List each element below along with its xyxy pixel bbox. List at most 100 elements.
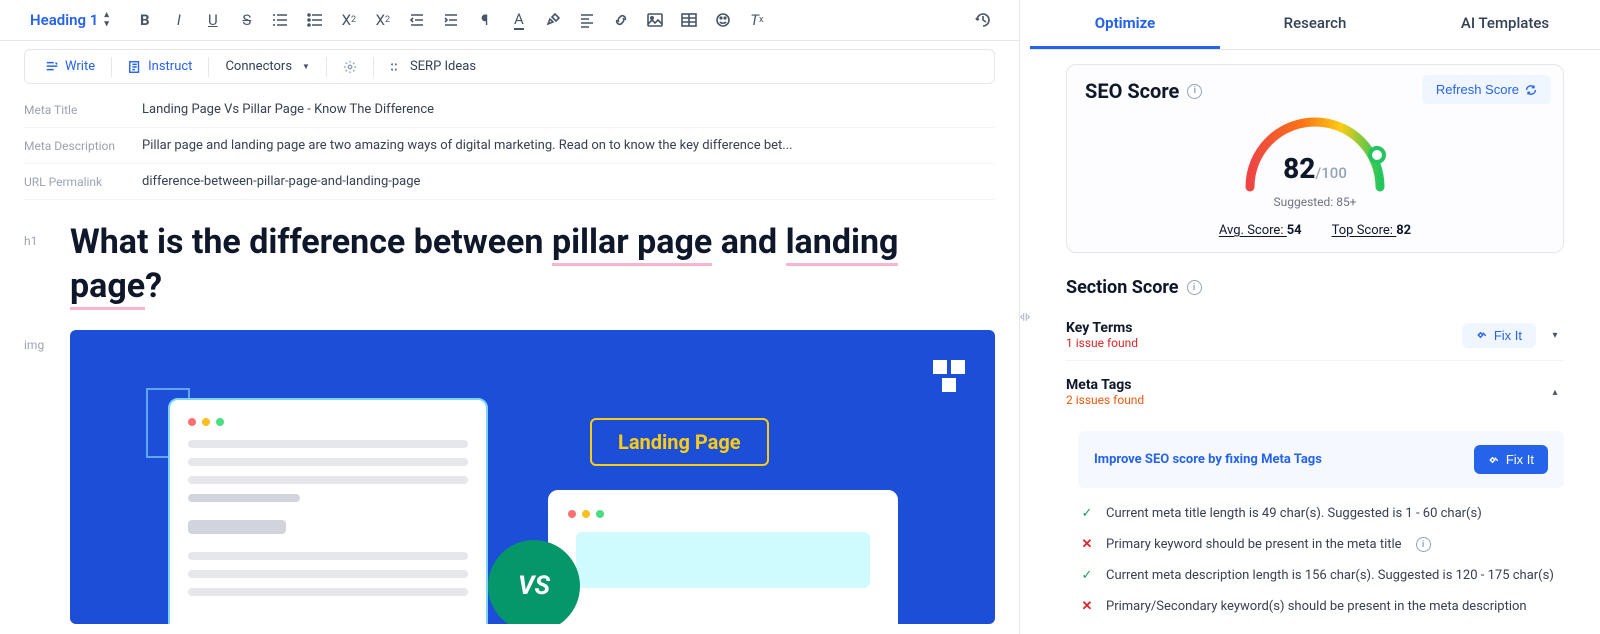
key-terms-title: Key Terms: [1066, 320, 1138, 336]
decor-line: [188, 440, 468, 448]
ai-toolbar: Write Instruct Connectors ▼ SERP Ideas: [24, 49, 995, 84]
check-ok-icon: ✓: [1078, 506, 1096, 521]
tab-templates[interactable]: AI Templates: [1410, 0, 1600, 49]
title-part: What is the difference between: [70, 222, 552, 262]
seo-panel: Optimize Research AI Templates SEO Score…: [1030, 0, 1600, 634]
info-icon[interactable]: i: [1187, 84, 1202, 99]
meta-tags-title: Meta Tags: [1066, 377, 1144, 393]
paragraph-button[interactable]: ¶: [471, 6, 499, 34]
score-stats: Avg. Score: 54 Top Score: 82: [1219, 223, 1411, 238]
improve-text: Improve SEO score by fixing Meta Tags: [1094, 452, 1322, 467]
bold-button[interactable]: B: [131, 6, 159, 34]
editor-panel: Heading 1 ▴▾ B I U S X2 X2 ¶ A: [0, 0, 1020, 634]
refresh-score-button[interactable]: Refresh Score: [1422, 75, 1551, 104]
emoji-button[interactable]: [709, 6, 737, 34]
settings-button[interactable]: [331, 55, 369, 79]
top-score: Top Score: 82: [1332, 223, 1411, 238]
meta-block: Meta Title Landing Page Vs Pillar Page -…: [0, 92, 1019, 200]
info-icon[interactable]: i: [1416, 537, 1431, 552]
decor-line: [188, 494, 300, 502]
clear-format-button[interactable]: Tx: [743, 6, 771, 34]
refresh-label: Refresh Score: [1436, 82, 1519, 97]
gutter: h1 img: [24, 220, 70, 634]
image-button[interactable]: [641, 6, 669, 34]
meta-tags-checklist: ✓ Current meta title length is 49 char(s…: [1078, 498, 1564, 622]
score-num: 82: [1283, 152, 1315, 185]
key-terms-sub: 1 issue found: [1066, 336, 1138, 350]
content-main[interactable]: What is the difference between pillar pa…: [70, 220, 995, 634]
meta-url-row[interactable]: URL Permalink difference-between-pillar-…: [24, 164, 995, 200]
history-button[interactable]: [969, 6, 997, 34]
meta-title-value: Landing Page Vs Pillar Page - Know The D…: [142, 102, 434, 117]
score-max: /100: [1315, 164, 1346, 182]
chevron-down-icon[interactable]: ▾: [1546, 330, 1564, 341]
check-item: ✕ Primary keyword should be present in t…: [1078, 529, 1564, 560]
write-label: Write: [65, 59, 95, 74]
unordered-list-button[interactable]: [301, 6, 329, 34]
meta-desc-row[interactable]: Meta Description Pillar page and landing…: [24, 128, 995, 164]
italic-button[interactable]: I: [165, 6, 193, 34]
divider: [373, 57, 374, 77]
score-value: 82/100: [1235, 152, 1395, 185]
check-text: Current meta description length is 156 c…: [1106, 568, 1554, 583]
check-fail-icon: ✕: [1078, 537, 1096, 552]
write-button[interactable]: Write: [33, 54, 107, 79]
section-key-terms[interactable]: Key Terms 1 issue found Fix It ▾: [1066, 310, 1564, 361]
chevron-updown-icon: ▴▾: [104, 11, 109, 29]
section-score-heading: Section Score i: [1066, 277, 1564, 298]
window-dots-icon: [188, 418, 468, 426]
heading-select[interactable]: Heading 1 ▴▾: [22, 7, 117, 33]
divider: [326, 57, 327, 77]
brand-logo-icon: [933, 360, 965, 392]
meta-desc-value: Pillar page and landing page are two ama…: [142, 138, 793, 153]
underline-button[interactable]: U: [199, 6, 227, 34]
meta-title-row[interactable]: Meta Title Landing Page Vs Pillar Page -…: [24, 92, 995, 128]
serp-ideas-button[interactable]: SERP Ideas: [378, 54, 488, 79]
subscript-button[interactable]: X2: [335, 6, 363, 34]
info-icon[interactable]: i: [1187, 280, 1202, 295]
check-item: ✕ Primary/Secondary keyword(s) should be…: [1078, 591, 1564, 622]
tab-optimize[interactable]: Optimize: [1030, 0, 1220, 49]
decor-line: [188, 476, 468, 484]
page-title[interactable]: What is the difference between pillar pa…: [70, 220, 995, 308]
check-text: Current meta title length is 49 char(s).…: [1106, 506, 1482, 521]
table-button[interactable]: [675, 6, 703, 34]
align-button[interactable]: [573, 6, 601, 34]
decor-line: [188, 552, 468, 560]
hero-image[interactable]: Landing Page VS: [70, 330, 995, 624]
chevron-down-icon: ▼: [302, 62, 310, 71]
outdent-button[interactable]: [403, 6, 431, 34]
divider: [111, 57, 112, 77]
divider: [208, 57, 209, 77]
connectors-dropdown[interactable]: Connectors ▼: [213, 54, 322, 79]
section-meta-tags[interactable]: Meta Tags 2 issues found ▴: [1066, 367, 1564, 417]
instruct-button[interactable]: Instruct: [116, 54, 204, 79]
fixit-meta-tags-button[interactable]: Fix It: [1474, 445, 1548, 474]
decor-line: [188, 520, 286, 534]
ordered-list-button[interactable]: [267, 6, 295, 34]
seo-score-card: SEO Score i Refresh Score: [1066, 64, 1564, 253]
check-text: Primary/Secondary keyword(s) should be p…: [1106, 599, 1527, 614]
tab-research[interactable]: Research: [1220, 0, 1410, 49]
panel-resize-handle[interactable]: [1020, 0, 1030, 634]
highlight-button[interactable]: [539, 6, 567, 34]
improve-card: Improve SEO score by fixing Meta Tags Fi…: [1078, 431, 1564, 488]
tabs: Optimize Research AI Templates: [1030, 0, 1600, 50]
heading-select-label: Heading 1: [30, 11, 98, 29]
decor-line: [188, 458, 468, 466]
superscript-button[interactable]: X2: [369, 6, 397, 34]
landing-page-label: Landing Page: [590, 418, 769, 466]
meta-url-label: URL Permalink: [24, 175, 142, 189]
meta-desc-label: Meta Description: [24, 139, 142, 153]
title-part: ?: [145, 266, 162, 306]
indent-button[interactable]: [437, 6, 465, 34]
fixit-key-terms-button[interactable]: Fix It: [1462, 323, 1536, 348]
fixit-label: Fix It: [1506, 452, 1534, 467]
decor-line: [188, 588, 468, 596]
score-heading-label: SEO Score: [1085, 79, 1179, 103]
strike-button[interactable]: S: [233, 6, 261, 34]
link-button[interactable]: [607, 6, 635, 34]
chevron-up-icon[interactable]: ▴: [1546, 387, 1564, 398]
text-color-button[interactable]: A: [505, 6, 533, 34]
meta-url-value: difference-between-pillar-page-and-landi…: [142, 174, 420, 189]
